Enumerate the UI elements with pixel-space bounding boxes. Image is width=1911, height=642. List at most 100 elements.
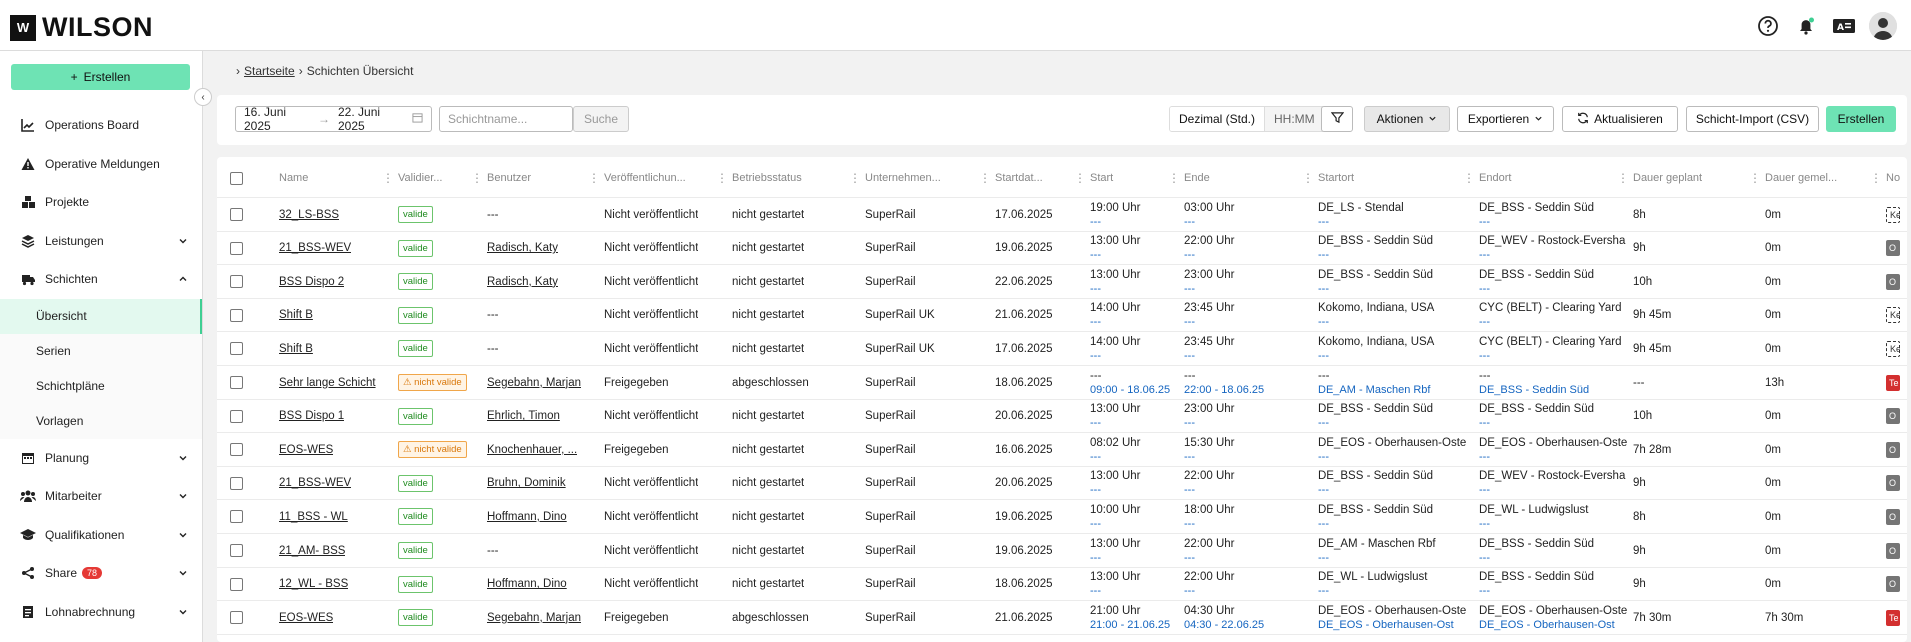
user-link[interactable]: Segebahn, Marjan bbox=[487, 366, 581, 399]
sidebar-item-planung[interactable]: Planung bbox=[0, 439, 202, 478]
help-icon[interactable] bbox=[1755, 13, 1781, 39]
column-menu-icon[interactable]: ⋮ bbox=[849, 171, 861, 185]
row-checkbox[interactable] bbox=[230, 500, 243, 533]
column-menu-icon[interactable]: ⋮ bbox=[588, 171, 600, 185]
column-menu-icon[interactable]: ⋮ bbox=[1302, 171, 1314, 185]
create-shift-button[interactable]: Erstellen bbox=[1826, 106, 1896, 132]
column-header[interactable]: Start ⋮ bbox=[1090, 165, 1184, 191]
row-checkbox[interactable] bbox=[230, 332, 243, 365]
sidebar-item-share[interactable]: Share 78 bbox=[0, 554, 202, 593]
row-checkbox[interactable] bbox=[230, 568, 243, 601]
sidebar-collapse-button[interactable]: ‹ bbox=[194, 88, 212, 106]
row-checkbox[interactable] bbox=[230, 433, 243, 466]
sidebar-item-projekte[interactable]: Projekte bbox=[0, 183, 202, 222]
column-menu-icon[interactable]: ⋮ bbox=[1074, 171, 1086, 185]
sidebar-item-operative-meldungen[interactable]: Operative Meldungen bbox=[0, 145, 202, 184]
column-header[interactable]: Startort ⋮ bbox=[1318, 165, 1479, 191]
sidebar-subitem-uebersicht[interactable]: Übersicht bbox=[0, 298, 202, 334]
breadcrumb-home[interactable]: Startseite bbox=[244, 64, 295, 78]
export-dropdown[interactable]: Exportieren bbox=[1457, 106, 1554, 132]
row-checkbox[interactable] bbox=[230, 534, 243, 567]
table-row[interactable]: BSS Dispo 1 valide Ehrlich, Timon Nicht ver… bbox=[217, 398, 1907, 433]
shift-name-link[interactable]: BSS Dispo 1 bbox=[279, 400, 344, 433]
column-menu-icon[interactable]: ⋮ bbox=[716, 171, 728, 185]
shift-name-link[interactable]: Sehr lange Schicht bbox=[279, 366, 376, 399]
sidebar-item-operations-board[interactable]: Operations Board bbox=[0, 106, 202, 145]
shift-name-link[interactable]: 12_WL - BSS bbox=[279, 568, 348, 601]
shift-name-link[interactable]: BSS Dispo 2 bbox=[279, 265, 344, 298]
row-checkbox[interactable] bbox=[230, 601, 243, 634]
shift-name-link[interactable]: 21_AM- BSS bbox=[279, 534, 345, 567]
refresh-button[interactable]: Aktualisieren bbox=[1562, 106, 1678, 132]
table-row[interactable]: BSS Dispo 2 valide Radisch, Katy Nicht verö… bbox=[217, 264, 1907, 298]
shift-name-link[interactable]: Shift B bbox=[279, 332, 313, 365]
sidebar-subitem-vorlagen[interactable]: Vorlagen bbox=[0, 403, 202, 439]
column-menu-icon[interactable]: ⋮ bbox=[1617, 171, 1629, 185]
sidebar-item-mitarbeiter[interactable]: Mitarbeiter bbox=[0, 477, 202, 516]
row-checkbox[interactable] bbox=[230, 400, 243, 433]
column-header[interactable]: No bbox=[1886, 165, 1907, 191]
row-checkbox[interactable] bbox=[230, 232, 243, 265]
user-link[interactable]: Radisch, Katy bbox=[487, 232, 558, 265]
shift-name-link[interactable]: 32_LS-BSS bbox=[279, 198, 339, 231]
row-checkbox[interactable] bbox=[230, 265, 243, 298]
sidebar-subitem-serien[interactable]: Serien bbox=[0, 333, 202, 369]
column-menu-icon[interactable]: ⋮ bbox=[1463, 171, 1475, 185]
column-menu-icon[interactable]: ⋮ bbox=[1870, 171, 1882, 185]
toggle-hhmm[interactable]: HH:MM bbox=[1265, 107, 1324, 131]
column-header[interactable]: Startdat... ⋮ bbox=[995, 165, 1090, 191]
user-link[interactable]: Hoffmann, Dino bbox=[487, 568, 567, 601]
column-header[interactable]: Ende ⋮ bbox=[1184, 165, 1318, 191]
search-button[interactable]: Suche bbox=[573, 106, 629, 132]
column-header[interactable]: Benutzer ⋮ bbox=[487, 165, 604, 191]
row-checkbox[interactable] bbox=[230, 635, 243, 642]
table-row[interactable]: 12_WL - BSS valide Hoffmann, Dino Nicht ver… bbox=[217, 566, 1907, 601]
column-header[interactable]: Validier... ⋮ bbox=[398, 165, 487, 191]
column-menu-icon[interactable]: ⋮ bbox=[471, 171, 483, 185]
column-header[interactable]: Dauer geplant ⋮ bbox=[1633, 165, 1765, 191]
column-menu-icon[interactable]: ⋮ bbox=[1168, 171, 1180, 185]
user-link[interactable]: Radisch, Katy bbox=[487, 265, 558, 298]
sidebar-item-schichten[interactable]: Schichten bbox=[0, 260, 202, 299]
row-checkbox[interactable] bbox=[230, 467, 243, 500]
table-row[interactable]: 21_AM- BSS valide --- Nicht veröffentlicht n… bbox=[217, 533, 1907, 567]
avatar[interactable] bbox=[1869, 12, 1897, 40]
sidebar-subitem-schichtplaene[interactable]: Schichtpläne bbox=[0, 368, 202, 404]
select-all-checkbox[interactable] bbox=[230, 165, 243, 191]
toggle-decimal[interactable]: Dezimal (Std.) bbox=[1170, 107, 1266, 131]
shift-name-link[interactable]: 11_BSS - WL bbox=[279, 500, 348, 533]
row-checkbox[interactable] bbox=[230, 299, 243, 332]
shift-name-link[interactable]: EOS-WES bbox=[279, 601, 333, 634]
filter-button[interactable] bbox=[1321, 106, 1353, 132]
column-header[interactable]: Veröffentlichun... ⋮ bbox=[604, 165, 732, 191]
table-row[interactable]: 32_LS-BSS valide --- Nicht veröffentlicht ni… bbox=[217, 197, 1907, 231]
csv-import-button[interactable]: Schicht-Import (CSV) bbox=[1686, 106, 1819, 132]
table-row[interactable]: 21_BSS-WEV valide Bruhn, Dominik Nicht verö… bbox=[217, 465, 1907, 500]
table-row[interactable]: EOS-WES ⚠ nicht valide Knochenhauer, ... Fr… bbox=[217, 432, 1907, 466]
time-format-toggle[interactable]: Dezimal (Std.) HH:MM bbox=[1169, 106, 1325, 132]
table-row[interactable]: Shift B valide --- Nicht veröffentlicht nich… bbox=[217, 297, 1907, 332]
sidebar-item-qualifikationen[interactable]: Qualifikationen bbox=[0, 516, 202, 555]
column-header[interactable]: Dauer gemel... ⋮ bbox=[1765, 165, 1886, 191]
search-input[interactable] bbox=[439, 106, 573, 132]
row-checkbox[interactable] bbox=[230, 366, 243, 399]
date-range-picker[interactable]: 16. Juni 2025 → 22. Juni 2025 bbox=[235, 105, 432, 133]
table-row[interactable]: valide 13:00 Uhr 22:00 Uhr DE_BSS - Seddin … bbox=[217, 633, 1907, 642]
column-header[interactable]: Unternehmen... ⋮ bbox=[865, 165, 995, 191]
language-icon[interactable]: A bbox=[1831, 13, 1857, 39]
sidebar-item-leistungen[interactable]: Leistungen bbox=[0, 222, 202, 261]
column-menu-icon[interactable]: ⋮ bbox=[1749, 171, 1761, 185]
column-header[interactable]: Endort ⋮ bbox=[1479, 165, 1633, 191]
user-link[interactable]: Hoffmann, Dino bbox=[487, 500, 567, 533]
shift-name-link[interactable]: 21_BSS-WEV bbox=[279, 232, 351, 265]
column-menu-icon[interactable]: ⋮ bbox=[979, 171, 991, 185]
shift-name-link[interactable]: 21_BSS-WEV bbox=[279, 467, 351, 500]
actions-dropdown[interactable]: Aktionen bbox=[1364, 106, 1450, 132]
user-link[interactable]: Segebahn, Marjan bbox=[487, 601, 581, 634]
logo[interactable]: W WILSON bbox=[10, 12, 153, 43]
table-row[interactable]: Sehr lange Schicht ⚠ nicht valide Segebahn… bbox=[217, 365, 1907, 399]
user-link[interactable]: Ehrlich, Timon bbox=[487, 400, 560, 433]
table-row[interactable]: Shift B valide --- Nicht veröffentlicht nich… bbox=[217, 331, 1907, 365]
table-row[interactable]: EOS-WES valide Segebahn, Marjan Freigegeben… bbox=[217, 600, 1907, 634]
user-link[interactable]: Knochenhauer, ... bbox=[487, 433, 577, 466]
